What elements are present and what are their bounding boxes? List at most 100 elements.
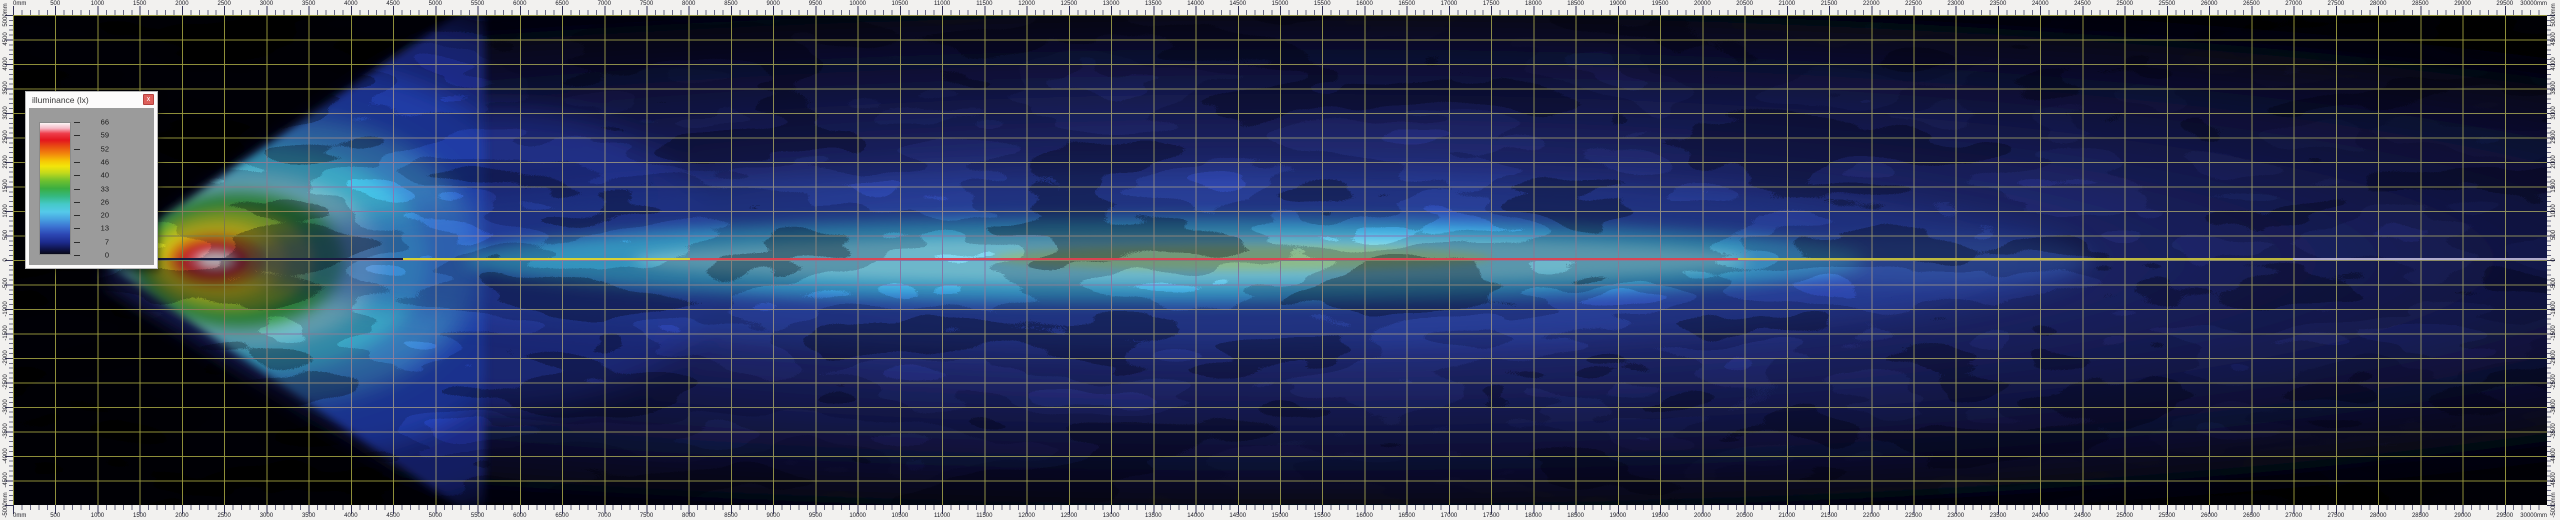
y-tick-label: -3000 [2551, 399, 2557, 414]
legend-tick-value: 7 [81, 238, 109, 245]
y-tick-label: 1500 [2551, 180, 2557, 193]
x-tick-label: 11500 [976, 1, 992, 7]
x-tick-label: 0mm [13, 513, 26, 519]
legend-tick-value: 52 [81, 145, 109, 152]
x-tick-label: 9500 [809, 513, 822, 519]
illuminance-map-canvas[interactable] [13, 15, 2547, 505]
ruler-left[interactable]: 5000mm4500400035003000250020001500100050… [0, 0, 13, 520]
y-tick-label: 3500 [2551, 82, 2557, 95]
y-tick-label: 1000 [2551, 204, 2557, 217]
x-tick-label: 22500 [1905, 513, 1922, 519]
y-tick-label: 5000mm [2551, 3, 2557, 26]
x-tick-label: 5500 [471, 1, 484, 7]
x-tick-label: 11000 [934, 1, 950, 7]
legend-titlebar[interactable]: illuminance (lx) x [26, 92, 157, 108]
y-tick-label: -3500 [2551, 424, 2557, 439]
ruler-right[interactable]: 5000mm4500400035003000250020001500100050… [2547, 0, 2560, 520]
x-tick-label: 500 [50, 513, 60, 519]
y-tick-label: 3500 [3, 82, 9, 95]
x-tick-label: 22000 [1863, 513, 1880, 519]
y-tick-label: 1000 [3, 204, 9, 217]
x-tick-label: 25500 [2159, 513, 2176, 519]
y-tick-label: -4500 [2551, 473, 2557, 488]
x-tick-label: 30000mm [2520, 513, 2547, 519]
y-tick-label: -1500 [3, 326, 9, 341]
legend-window-title: illuminance (lx) [32, 95, 89, 105]
legend-tick-value: 0 [81, 252, 109, 259]
y-tick-label: -3500 [3, 424, 9, 439]
x-tick-label: 14500 [1229, 1, 1246, 7]
x-tick-label: 3000 [260, 1, 273, 7]
y-tick-label: 5000mm [3, 3, 9, 26]
ruler-top[interactable]: 0mm5001000150020002500300035004000450050… [0, 0, 2560, 15]
x-tick-label: 28500 [2412, 1, 2429, 7]
x-tick-label: 13500 [1145, 1, 1162, 7]
y-tick-label: -500 [2551, 278, 2557, 290]
x-tick-label: 2000 [175, 513, 188, 519]
x-tick-label: 27500 [2327, 513, 2344, 519]
x-tick-label: 16500 [1398, 513, 1415, 519]
ruler-bottom[interactable]: 0mm5001000150020002500300035004000450050… [0, 505, 2560, 520]
x-tick-label: 21000 [1778, 1, 1795, 7]
x-tick-label: 6500 [555, 513, 568, 519]
x-tick-label: 17000 [1441, 513, 1458, 519]
x-tick-label: 27000 [2285, 1, 2302, 7]
x-tick-label: 11500 [976, 513, 992, 519]
x-tick-label: 4000 [344, 513, 357, 519]
x-tick-label: 27000 [2285, 513, 2302, 519]
x-tick-label: 27500 [2327, 1, 2344, 7]
x-tick-label: 29000 [2454, 513, 2471, 519]
x-tick-label: 7500 [640, 1, 653, 7]
x-tick-label: 10000 [849, 513, 866, 519]
illuminance-map[interactable] [13, 15, 2547, 505]
x-tick-label: 17500 [1483, 513, 1500, 519]
x-tick-label: 26000 [2201, 1, 2218, 7]
x-tick-label: 28500 [2412, 513, 2429, 519]
x-tick-label: 1000 [91, 1, 104, 7]
legend-tick-mark [74, 149, 80, 150]
x-tick-label: 2500 [217, 1, 230, 7]
y-tick-label: -4500 [3, 473, 9, 488]
legend-window[interactable]: illuminance (lx) x 66595246403326201370 [25, 91, 158, 269]
legend-tick-mark [74, 189, 80, 190]
x-tick-label: 25500 [2159, 1, 2176, 7]
x-tick-label: 26000 [2201, 513, 2218, 519]
x-tick-label: 0mm [13, 1, 26, 7]
legend-tick-value: 40 [81, 172, 109, 179]
x-tick-label: 10500 [892, 513, 909, 519]
x-tick-label: 6000 [513, 513, 526, 519]
legend-tick-value: 66 [81, 119, 109, 126]
y-tick-label: -2500 [3, 375, 9, 390]
x-tick-label: 18500 [1567, 513, 1584, 519]
y-tick-label: -4000 [2551, 448, 2557, 463]
legend-tick-mark [74, 162, 80, 163]
x-tick-label: 500 [50, 1, 60, 7]
legend-tick-mark [74, 228, 80, 229]
x-tick-label: 21000 [1778, 513, 1795, 519]
legend-tick-value: 13 [81, 225, 109, 232]
x-tick-label: 15000 [1272, 513, 1289, 519]
legend-tick-mark [74, 135, 80, 136]
x-tick-label: 7000 [598, 1, 611, 7]
x-tick-label: 28000 [2370, 1, 2387, 7]
y-tick-label: 0 [3, 258, 9, 261]
x-tick-label: 9500 [809, 1, 822, 7]
x-tick-label: 20000 [1694, 1, 1711, 7]
x-tick-label: 5000 [429, 513, 442, 519]
x-tick-label: 8000 [682, 1, 695, 7]
x-tick-label: 3000 [260, 513, 273, 519]
y-tick-label: -1500 [2551, 326, 2557, 341]
x-tick-label: 23500 [1990, 1, 2007, 7]
x-tick-label: 30000mm [2520, 1, 2547, 7]
y-tick-label: -3000 [3, 399, 9, 414]
y-tick-label: -1000 [3, 301, 9, 316]
x-tick-label: 14000 [1187, 1, 1204, 7]
x-tick-label: 18000 [1525, 1, 1542, 7]
x-tick-label: 22500 [1905, 1, 1922, 7]
x-tick-label: 23000 [1947, 1, 1964, 7]
y-tick-label: -1000 [2551, 301, 2557, 316]
legend-tick-mark [74, 242, 80, 243]
close-icon[interactable]: x [143, 94, 154, 105]
x-tick-label: 22000 [1863, 1, 1880, 7]
y-tick-label: 500 [3, 230, 9, 240]
